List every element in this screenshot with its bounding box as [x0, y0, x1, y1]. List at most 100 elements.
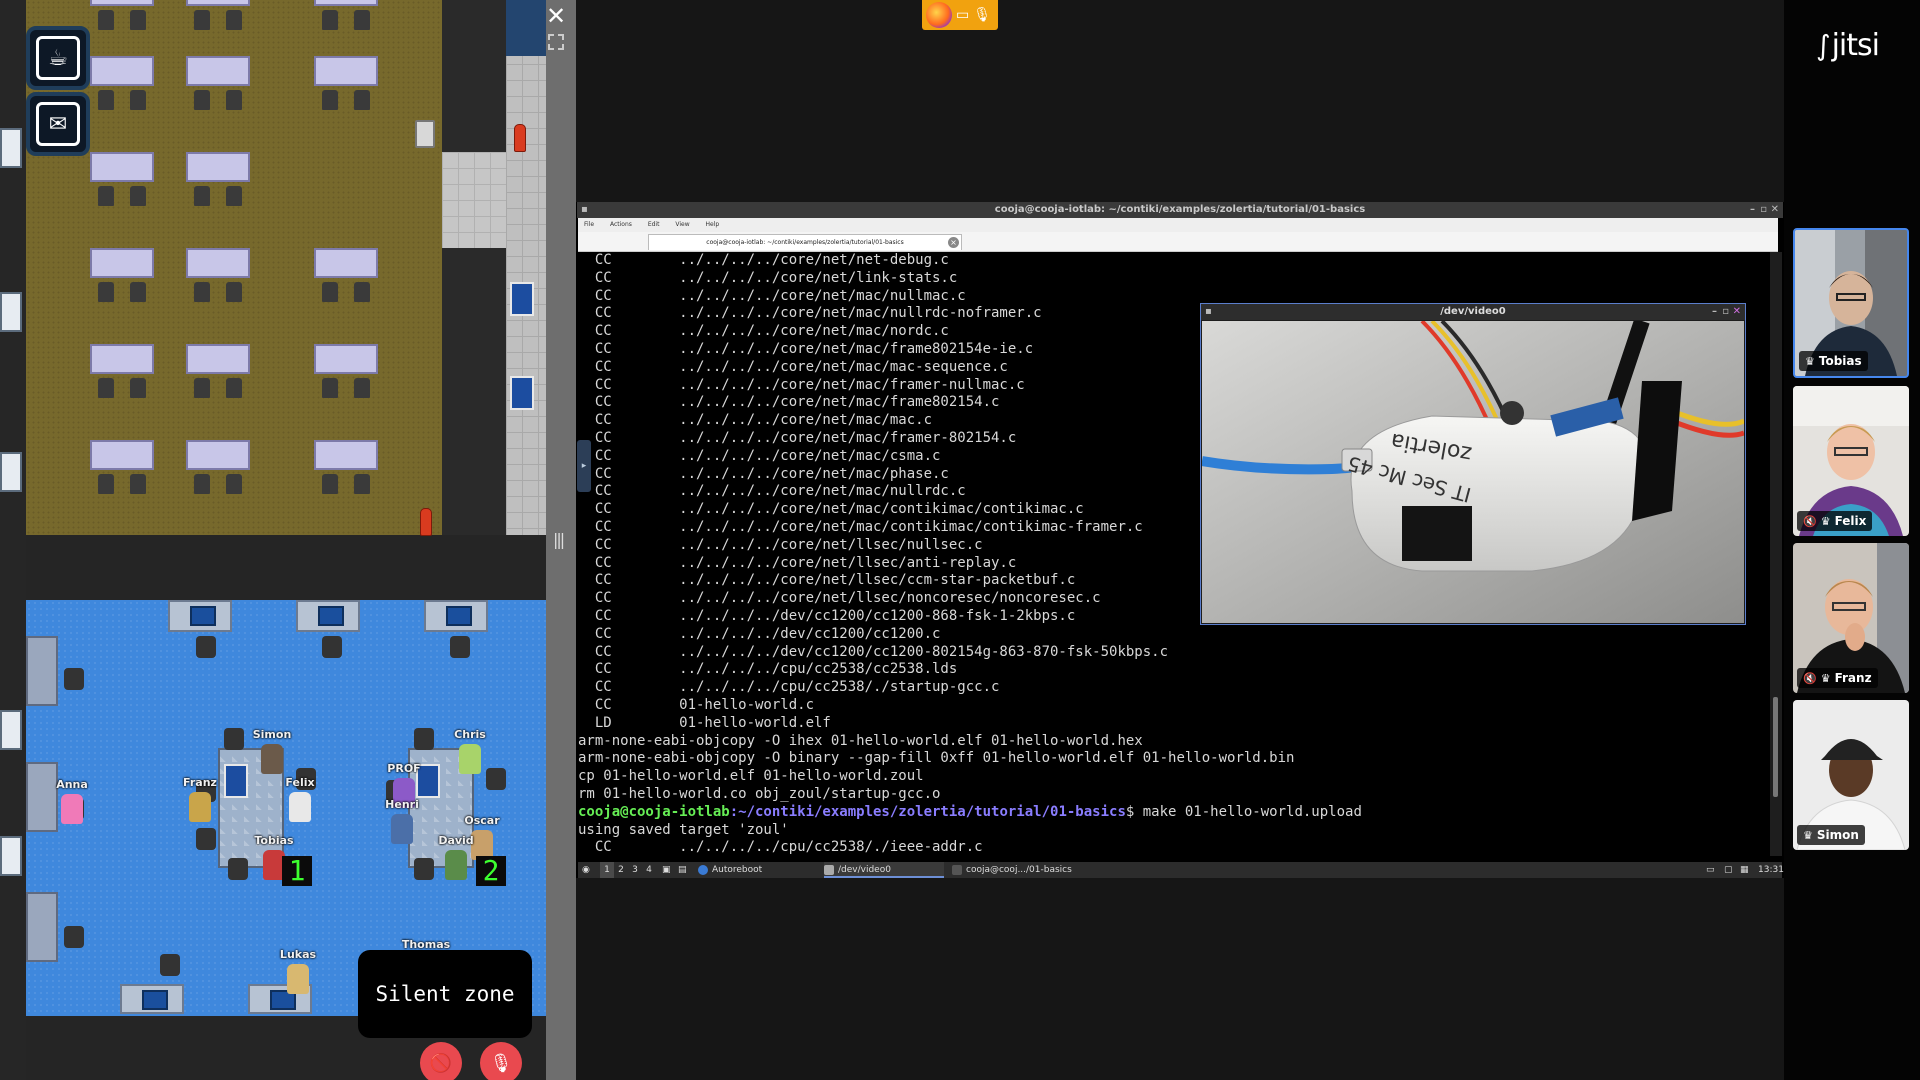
window-menu-icon[interactable]: ▪: [1205, 304, 1212, 320]
player-name: Chris: [454, 728, 486, 741]
jitsi-logo-icon: ∫: [1816, 29, 1831, 62]
vending-machine: [510, 376, 534, 410]
taskbar: ◉ 1234 ▣ ▤ Autoreboot /dev/video0 cooja@…: [578, 862, 1784, 878]
player-avatar[interactable]: [261, 744, 283, 774]
participant-name: Simon: [1816, 828, 1859, 842]
tray-network-icon[interactable]: ▦: [1740, 862, 1749, 878]
panel-handle-icon[interactable]: ▸: [577, 440, 591, 492]
maximize-icon[interactable]: ▫: [1760, 202, 1767, 218]
workspace-4[interactable]: 4: [642, 862, 656, 878]
terminal-tab-label: cooja@cooja-iotlab: ~/contiki/examples/z…: [706, 239, 904, 246]
terminal-line: CC ../../../../cpu/cc2538/cc2538.lds: [578, 661, 958, 678]
fullscreen-icon[interactable]: [548, 34, 564, 50]
player-name: Lukas: [279, 948, 317, 961]
window-menu-icon[interactable]: ▪: [581, 202, 588, 218]
wall: [442, 248, 506, 535]
desk: [186, 440, 250, 470]
participant-label: 🔇 ♛ Franz: [1797, 668, 1878, 688]
coffee-button[interactable]: ☕: [26, 26, 90, 90]
workspace-3[interactable]: 3: [628, 862, 642, 878]
player-avatar[interactable]: [61, 794, 83, 824]
sharing-indicator: ▭ 🎙: [922, 0, 998, 30]
camera-off-button[interactable]: 🚫: [420, 1042, 462, 1080]
video-window[interactable]: ▪ /dev/video0 – ▫ ✕ zolertia IT Sec Mc 4…: [1200, 303, 1746, 625]
window-icon: [824, 864, 834, 875]
workspace-switcher[interactable]: 1234: [600, 862, 656, 878]
wall-panel: [0, 836, 22, 876]
webcam-image: zolertia IT Sec Mc 45: [1202, 321, 1744, 623]
camera-icon: ▭: [956, 7, 970, 23]
menu-actions[interactable]: Actions: [610, 221, 632, 228]
tray-display-icon[interactable]: ▢: [1724, 862, 1733, 878]
taskbar-item-label: Autoreboot: [712, 865, 763, 875]
taskbar-item-autoreboot[interactable]: Autoreboot: [698, 862, 762, 878]
maximize-icon[interactable]: ▫: [1722, 304, 1729, 320]
mic-muted-icon: 🔇: [1803, 515, 1817, 528]
menu-edit[interactable]: Edit: [648, 221, 660, 228]
chair-row: [90, 186, 154, 208]
camera-off-icon: 🚫: [429, 1052, 453, 1074]
participant-tile[interactable]: ♛ Tobias: [1793, 228, 1909, 378]
terminal-prompt-line: cooja@cooja-iotlab:~/contiki/examples/zo…: [578, 804, 1770, 822]
terminal-scrollbar[interactable]: [1770, 252, 1782, 856]
trash-can: [415, 120, 435, 148]
start-menu-icon[interactable]: ◉: [582, 862, 590, 878]
terminal-line: LD 01-hello-world.elf: [578, 714, 831, 731]
mic-off-icon: 🎙: [489, 1052, 513, 1074]
player-avatar[interactable]: [459, 744, 481, 774]
player-avatar[interactable]: [445, 850, 467, 880]
participant-name: Franz: [1834, 671, 1872, 685]
desk-counter: 1: [282, 856, 312, 886]
menu-view[interactable]: View: [675, 221, 689, 228]
close-icon[interactable]: ✕: [544, 4, 568, 28]
player-avatar[interactable]: [289, 792, 311, 822]
terminal-line: cp 01-hello-world.elf 01-hello-world.zou…: [578, 768, 924, 785]
participant-tile[interactable]: 🔇 ♛ Franz: [1793, 543, 1909, 693]
coffee-icon: ☕: [36, 36, 80, 80]
player-name: Oscar: [464, 814, 500, 827]
mail-button[interactable]: ✉: [26, 92, 90, 156]
mic-off-button[interactable]: 🎙: [480, 1042, 522, 1080]
game-map[interactable]: Simon Franz Felix Chris PROF Anna Henri Oscar Da…: [0, 0, 546, 1080]
terminal-launcher-icon[interactable]: ▣: [662, 862, 671, 878]
player-avatar[interactable]: [189, 792, 211, 822]
tray-folder-icon[interactable]: ▭: [1706, 862, 1715, 878]
participant-tile[interactable]: 🔇 ♛ Felix: [1793, 386, 1909, 536]
minimize-icon[interactable]: –: [1712, 304, 1717, 320]
workspace-1[interactable]: 1: [600, 862, 614, 878]
workspace-2[interactable]: 2: [614, 862, 628, 878]
resize-grip-icon[interactable]: |||: [553, 530, 569, 550]
terminal-line: CC 01-hello-world.c: [578, 696, 815, 713]
taskbar-item-terminal[interactable]: cooja@cooj.../01-basics: [952, 862, 1072, 878]
envelope-icon: ✉: [36, 102, 80, 146]
wall-panel: [0, 710, 22, 750]
close-icon[interactable]: ×: [948, 237, 959, 248]
player-name: Henri: [385, 798, 419, 811]
terminal-line: CC ../../../../core/net/net-debug.c: [578, 252, 949, 268]
player-avatar[interactable]: [391, 814, 413, 844]
participant-tile[interactable]: ♛ Simon: [1793, 700, 1909, 850]
menu-file[interactable]: File: [584, 221, 594, 228]
close-icon[interactable]: ✕: [1733, 304, 1741, 320]
desk: [186, 0, 250, 6]
chair-row: [90, 378, 154, 400]
taskbar-item-video[interactable]: /dev/video0: [824, 862, 944, 878]
desk: [186, 56, 250, 86]
microphone-icon: 🎙: [973, 7, 992, 23]
menu-help[interactable]: Help: [706, 221, 720, 228]
chair-row: [186, 186, 250, 208]
close-icon[interactable]: ✕: [1771, 202, 1779, 218]
moderator-icon: ♛: [1820, 672, 1831, 685]
clock: 13:31: [1758, 865, 1784, 875]
folder-launcher-icon[interactable]: ▤: [678, 862, 687, 878]
terminal-line: CC ../../../../cpu/cc2538/./ieee-addr.c: [578, 839, 983, 856]
desk: [90, 248, 154, 278]
chair-row: [186, 378, 250, 400]
terminal-tab[interactable]: cooja@cooja-iotlab: ~/contiki/examples/z…: [648, 234, 962, 250]
chair-row: [314, 282, 378, 304]
player-avatar[interactable]: [287, 964, 309, 994]
moderator-icon: ♛: [1820, 515, 1831, 528]
minimize-icon[interactable]: –: [1750, 202, 1755, 218]
firefox-icon: [926, 2, 952, 28]
player-name: Simon: [252, 728, 292, 741]
